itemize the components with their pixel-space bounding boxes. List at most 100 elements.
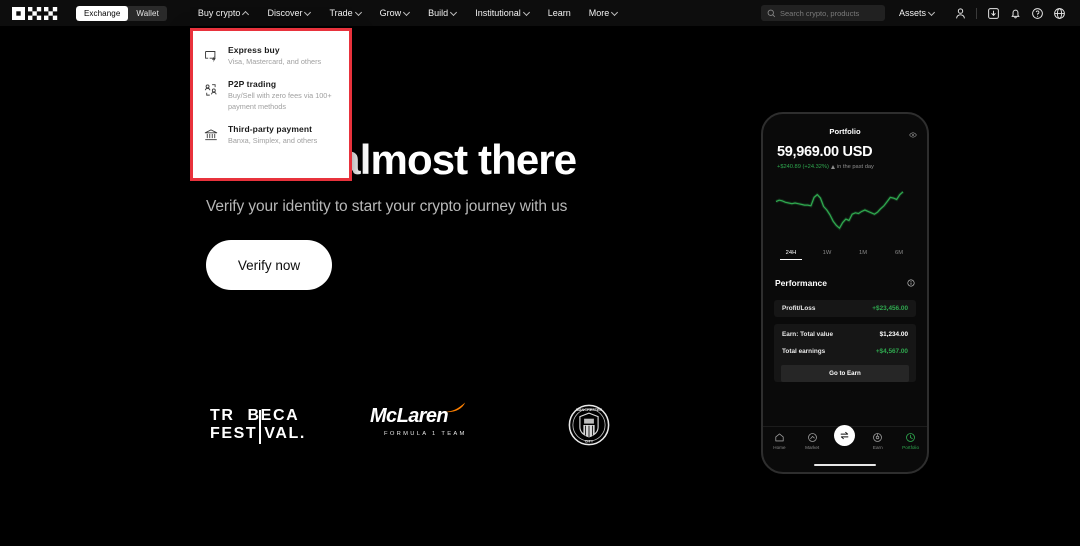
tab-home[interactable]: Home [764,432,794,450]
user-account-icon[interactable] [949,2,971,24]
nav-right-cluster: Search crypto, products Assets [761,2,1080,24]
swap-arrows-icon [834,425,855,446]
mclaren-tagline: FORMULA 1 TEAM [384,431,467,437]
portfolio-clock-icon [905,432,916,443]
dropdown-item-third-party-payment[interactable]: Third-party payment Banxa, Simplex, and … [193,119,349,153]
nav-item-institutional[interactable]: Institutional [466,8,539,18]
language-globe-icon[interactable] [1048,2,1070,24]
nav-label: Buy crypto [198,8,241,18]
mancity-top-text: MANCHESTER [576,408,603,412]
home-icon [774,432,785,443]
tab-portfolio[interactable]: Portfolio [896,432,926,450]
timeframe-1m[interactable]: 1M [845,250,881,260]
nav-item-build[interactable]: Build [419,8,466,18]
p2p-people-icon [204,79,219,113]
dropdown-item-express-buy[interactable]: Express buy Visa, Mastercard, and others [193,40,349,74]
dropdown-item-p2p-trading[interactable]: P2P trading Buy/Sell with zero fees via … [193,74,349,119]
help-circle-icon[interactable] [1026,2,1048,24]
nav-item-buy-crypto[interactable]: Buy crypto [189,8,259,18]
dropdown-subtitle: Buy/Sell with zero fees via 100+ payment… [228,91,339,113]
nav-label: Learn [548,8,571,18]
performance-title: Performance [775,278,827,288]
phone-title: Portfolio [829,127,860,136]
chevron-down-icon [451,10,457,16]
nav-label: Discover [267,8,302,18]
nav-label: More [589,8,610,18]
tab-market[interactable]: Market [797,432,827,450]
search-input[interactable]: Search crypto, products [761,5,885,21]
dropdown-subtitle: Banxa, Simplex, and others [228,136,317,147]
go-to-earn-button[interactable]: Go to Earn [781,365,909,382]
portfolio-balance: 59,969.00 USD [777,144,927,160]
chevron-down-icon [305,10,311,16]
timeframe-6m[interactable]: 6M [881,250,917,260]
timeframe-1w[interactable]: 1W [809,250,845,260]
tab-portfolio-label: Portfolio [902,445,919,450]
tab-swap[interactable] [830,425,860,448]
tab-earn-label: Earn [873,445,883,450]
segment-wallet[interactable]: Wallet [128,6,167,21]
nav-item-more[interactable]: More [580,8,628,18]
product-switcher[interactable]: Exchange Wallet [76,6,167,21]
dropdown-title: P2P trading [228,79,339,89]
tribeca-line2b: VAL. [264,426,306,443]
dropdown-title: Third-party payment [228,124,317,134]
chevron-down-icon [929,10,935,16]
tab-earn[interactable]: Earn [863,432,893,450]
nav-item-learn[interactable]: Learn [539,8,580,18]
download-app-icon[interactable] [982,2,1004,24]
info-circle-icon[interactable] [907,274,915,292]
nav-divider [976,8,977,19]
profit-loss-value: +$23,456.00 [872,305,908,312]
nav-item-grow[interactable]: Grow [371,8,420,18]
performance-header: Performance [775,274,915,292]
mclaren-f1-logo: McLaren FORMULA 1 TEAM [370,406,467,437]
earn-total-label: Earn: Total value [782,331,833,338]
portfolio-change: +$240.89 (+24.32%) in the past day [777,164,927,170]
eye-hide-icon[interactable] [909,126,917,144]
express-buy-card-icon [204,45,219,68]
profit-loss-row: Profit/Loss +$23,456.00 [774,300,916,317]
notification-bell-icon[interactable] [1004,2,1026,24]
bank-building-icon [204,124,219,147]
okx-logo-icon[interactable] [12,7,58,20]
market-chart-icon [807,432,818,443]
mclaren-wordmark: McLaren [370,405,448,427]
mancity-bottom-text: CITY [585,440,594,444]
assets-label: Assets [899,8,926,18]
top-navigation-bar: Exchange Wallet Buy crypto Discover Trad… [0,0,1080,26]
triangle-up-icon [831,165,835,169]
chevron-down-icon [524,10,530,16]
nav-item-trade[interactable]: Trade [320,8,370,18]
primary-nav-links: Buy crypto Discover Trade Grow Build Ins… [189,8,627,18]
timeframe-24h[interactable]: 24H [773,250,809,260]
nav-label: Trade [329,8,352,18]
verify-now-button[interactable]: Verify now [206,240,332,290]
nav-label: Grow [380,8,402,18]
sponsor-logo-strip: TR BECA FEST VAL. McLaren FORMULA 1 TEAM [180,396,650,464]
buy-crypto-dropdown-menu[interactable]: Express buy Visa, Mastercard, and others… [190,28,352,181]
phone-header: Portfolio [763,121,927,141]
search-icon [767,9,776,18]
tribeca-divider-bar [259,410,261,444]
nav-item-discover[interactable]: Discover [258,8,320,18]
earn-summary-card: Earn: Total value $1,234.00 Total earnin… [774,324,916,382]
assets-menu[interactable]: Assets [899,8,935,18]
segment-exchange[interactable]: Exchange [76,6,128,21]
mclaren-speedmark-icon [446,402,466,413]
tribeca-festival-logo: TR BECA FEST VAL. [210,408,306,443]
earn-total-value: $1,234.00 [880,331,908,338]
nav-label: Build [428,8,448,18]
nav-label: Institutional [475,8,521,18]
tab-market-label: Market [805,445,819,450]
earn-coin-icon [872,432,883,443]
chevron-up-icon [243,10,249,16]
portfolio-change-value: +$240.89 (+24.32%) [777,164,829,170]
tab-home-label: Home [773,445,785,450]
phone-mockup: Portfolio 59,969.00 USD +$240.89 (+24.32… [761,112,929,474]
total-earnings-value: +$4,567.00 [876,348,908,355]
timeframe-selector[interactable]: 24H 1W 1M 6M [773,250,917,260]
profit-loss-label: Profit/Loss [782,305,815,312]
hero-subheading: Verify your identity to start your crypt… [206,198,567,216]
chevron-down-icon [612,10,618,16]
